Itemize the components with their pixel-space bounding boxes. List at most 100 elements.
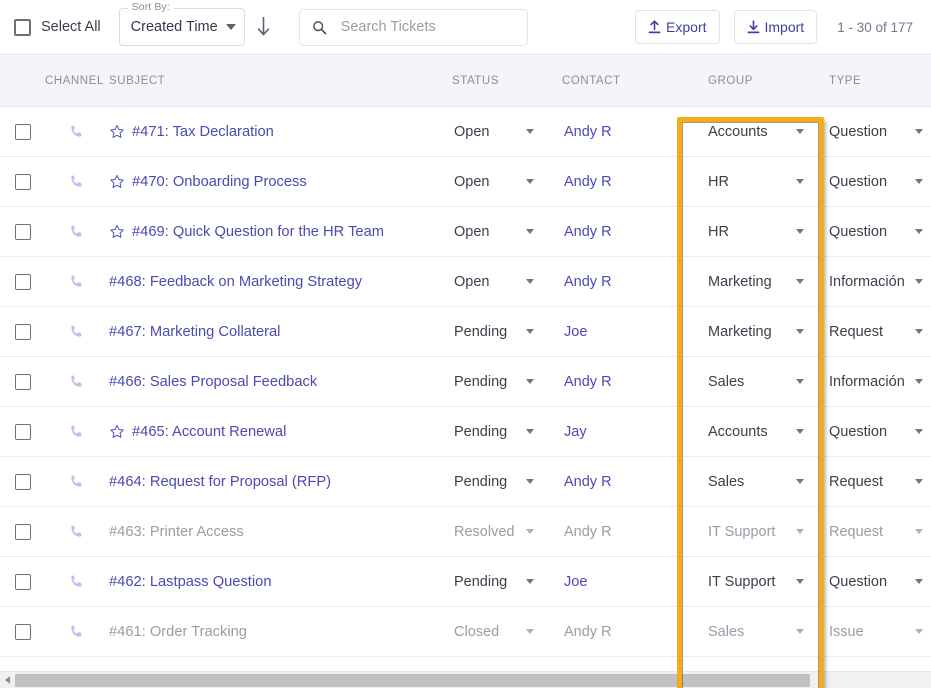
search-tickets-box[interactable] [298, 8, 528, 46]
chevron-down-icon[interactable] [915, 179, 923, 184]
horizontal-scrollbar[interactable] [0, 671, 931, 688]
scroll-left-button[interactable] [0, 672, 15, 688]
row-subject-cell[interactable]: #461: Order Tracking [107, 624, 452, 640]
chevron-down-icon[interactable] [526, 579, 534, 584]
row-type-cell[interactable]: Request [825, 474, 931, 490]
row-checkbox[interactable] [14, 623, 31, 640]
row-contact-cell[interactable]: Andy R [562, 174, 677, 190]
sort-direction-button[interactable] [251, 12, 277, 42]
chevron-down-icon[interactable] [796, 529, 804, 534]
row-type-cell[interactable]: Question [825, 424, 931, 440]
chevron-down-icon[interactable] [915, 629, 923, 634]
header-cell-subject[interactable]: SUBJECT [107, 75, 452, 87]
chevron-down-icon[interactable] [915, 529, 923, 534]
sort-by-box[interactable]: Created Time [118, 8, 245, 46]
star-icon[interactable] [109, 124, 125, 140]
table-row[interactable]: #462: Lastpass Question Pending Joe IT Supp… [0, 557, 931, 607]
header-cell-channel[interactable]: CHANNEL [45, 75, 107, 87]
chevron-down-icon[interactable] [796, 179, 804, 184]
row-group-cell[interactable]: Accounts [677, 424, 825, 440]
row-status-cell[interactable]: Open [452, 274, 562, 290]
row-subject-cell[interactable]: #468: Feedback on Marketing Strategy [107, 274, 452, 290]
row-contact-link[interactable]: Andy R [564, 174, 612, 190]
row-type-cell[interactable]: Issue [825, 624, 931, 640]
chevron-down-icon[interactable] [526, 479, 534, 484]
chevron-down-icon[interactable] [796, 329, 804, 334]
chevron-down-icon[interactable] [796, 479, 804, 484]
row-type-cell[interactable]: Información [825, 274, 931, 290]
row-status-cell[interactable]: Resolved [452, 524, 562, 540]
row-contact-cell[interactable]: Andy R [562, 524, 677, 540]
row-group-cell[interactable]: IT Support [677, 574, 825, 590]
row-select-cell[interactable] [0, 273, 45, 290]
row-checkbox[interactable] [14, 273, 31, 290]
row-contact-link[interactable]: Andy R [564, 124, 612, 140]
row-select-cell[interactable] [0, 373, 45, 390]
row-checkbox[interactable] [14, 523, 31, 540]
row-status-cell[interactable]: Pending [452, 324, 562, 340]
row-subject-link[interactable]: #461: Order Tracking [109, 624, 247, 640]
row-status-cell[interactable]: Pending [452, 424, 562, 440]
row-checkbox[interactable] [14, 173, 31, 190]
row-subject-cell[interactable]: #470: Onboarding Process [107, 174, 452, 190]
row-contact-cell[interactable]: Andy R [562, 224, 677, 240]
row-status-cell[interactable]: Pending [452, 574, 562, 590]
row-subject-link[interactable]: #466: Sales Proposal Feedback [109, 374, 317, 390]
row-select-cell[interactable] [0, 573, 45, 590]
row-group-cell[interactable]: Sales [677, 374, 825, 390]
chevron-down-icon[interactable] [915, 229, 923, 234]
row-select-cell[interactable] [0, 323, 45, 340]
row-type-cell[interactable]: Información [825, 374, 931, 390]
chevron-down-icon[interactable] [796, 429, 804, 434]
table-row[interactable]: #463: Printer Access Resolved Andy R IT Sup… [0, 507, 931, 557]
row-select-cell[interactable] [0, 223, 45, 240]
header-cell-status[interactable]: STATUS [452, 75, 562, 87]
row-subject-cell[interactable]: #467: Marketing Collateral [107, 324, 452, 340]
table-row[interactable]: #470: Onboarding Process Open Andy R HR Ques… [0, 157, 931, 207]
chevron-down-icon[interactable] [526, 179, 534, 184]
row-type-cell[interactable]: Question [825, 174, 931, 190]
row-contact-link[interactable]: Andy R [564, 624, 612, 640]
row-group-cell[interactable]: Sales [677, 474, 825, 490]
row-select-cell[interactable] [0, 173, 45, 190]
chevron-down-icon[interactable] [796, 379, 804, 384]
table-row[interactable]: #468: Feedback on Marketing Strategy Open… [0, 257, 931, 307]
row-contact-link[interactable]: Jay [564, 424, 587, 440]
row-contact-cell[interactable]: Joe [562, 324, 677, 340]
row-subject-cell[interactable]: #463: Printer Access [107, 524, 452, 540]
star-icon[interactable] [109, 224, 125, 240]
chevron-down-icon[interactable] [526, 429, 534, 434]
row-contact-cell[interactable]: Andy R [562, 374, 677, 390]
row-group-cell[interactable]: IT Support [677, 524, 825, 540]
row-subject-link[interactable]: #471: Tax Declaration [132, 124, 274, 140]
row-group-cell[interactable]: Accounts [677, 124, 825, 140]
row-subject-link[interactable]: #469: Quick Question for the HR Team [132, 224, 384, 240]
row-group-cell[interactable]: HR [677, 174, 825, 190]
star-icon[interactable] [109, 424, 125, 440]
chevron-down-icon[interactable] [796, 229, 804, 234]
row-checkbox[interactable] [14, 473, 31, 490]
row-contact-cell[interactable]: Andy R [562, 124, 677, 140]
star-icon[interactable] [109, 174, 125, 190]
row-subject-link[interactable]: #463: Printer Access [109, 524, 244, 540]
row-group-cell[interactable]: Marketing [677, 324, 825, 340]
select-all-control[interactable]: Select All [14, 18, 101, 36]
header-cell-contact[interactable]: CONTACT [562, 75, 677, 87]
row-checkbox[interactable] [14, 123, 31, 140]
chevron-down-icon[interactable] [915, 579, 923, 584]
table-row[interactable]: #464: Request for Proposal (RFP) Pending A… [0, 457, 931, 507]
row-contact-cell[interactable]: Andy R [562, 474, 677, 490]
row-group-cell[interactable]: Sales [677, 624, 825, 640]
row-subject-link[interactable]: #470: Onboarding Process [132, 174, 307, 190]
row-select-cell[interactable] [0, 423, 45, 440]
row-subject-link[interactable]: #464: Request for Proposal (RFP) [109, 474, 331, 490]
row-contact-link[interactable]: Andy R [564, 224, 612, 240]
search-input[interactable] [338, 18, 517, 36]
export-button[interactable]: Export [635, 10, 720, 44]
row-status-cell[interactable]: Open [452, 224, 562, 240]
chevron-down-icon[interactable] [796, 579, 804, 584]
row-select-cell[interactable] [0, 473, 45, 490]
row-type-cell[interactable]: Question [825, 124, 931, 140]
chevron-down-icon[interactable] [526, 229, 534, 234]
row-contact-link[interactable]: Joe [564, 324, 587, 340]
